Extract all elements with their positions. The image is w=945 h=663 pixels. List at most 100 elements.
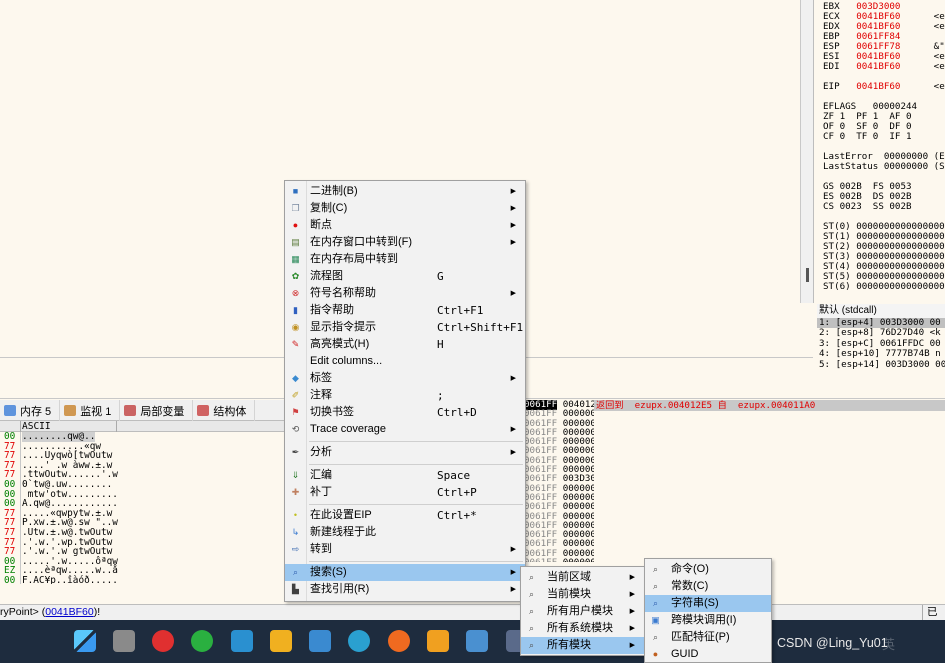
last-status-row[interactable]: LastStatus 00000000 (S xyxy=(823,162,945,172)
bookmark-icon: ⚑ xyxy=(291,407,300,417)
menu-item-label: 搜索(S) xyxy=(310,566,347,578)
monitor-icon[interactable] xyxy=(466,630,488,652)
menu-item-8[interactable]: ▮ 指令帮助 Ctrl+F1 xyxy=(285,302,525,319)
submenu-arrow-icon: ▶ xyxy=(510,426,516,433)
menu-item-23[interactable]: ▙ 查找引用(R) ▶ xyxy=(285,581,525,598)
menu-item-18[interactable]: ✚ 补丁 Ctrl+P xyxy=(285,484,525,501)
menu-item-5[interactable]: ▦ 在内存布局中转到 xyxy=(285,251,525,268)
firefox-icon[interactable] xyxy=(388,630,410,652)
memory-window-icon: ▤ xyxy=(291,237,300,247)
menu-separator xyxy=(309,504,523,505)
segment-row[interactable]: CS 0023 SS 002B xyxy=(823,202,912,212)
register-row[interactable]: EDI 0041BF60 <ez xyxy=(823,62,945,72)
menu-item-2[interactable]: ❐ 复制(C) ▶ xyxy=(285,200,525,217)
tab-3[interactable]: 局部变量 xyxy=(120,400,194,421)
menu-item-label: 新建线程于此 xyxy=(310,526,376,538)
menu-item-20[interactable]: ↳ 新建线程于此 xyxy=(285,524,525,541)
start-icon[interactable] xyxy=(74,630,96,652)
dump-ascii: F.AC¥p..îàóð..... xyxy=(22,574,118,584)
search-target-3[interactable]: ⌕ 字符串(S) xyxy=(645,595,771,612)
register-row[interactable]: EIP 0041BF60 <ez xyxy=(823,82,945,92)
menu-item-label: Edit columns... xyxy=(310,355,383,367)
new-thread-icon: ↳ xyxy=(291,527,300,537)
calling-convention-header[interactable]: 默认 (stdcall) xyxy=(817,304,945,318)
file-explorer-icon[interactable] xyxy=(270,630,292,652)
menu-item-6[interactable]: ✿ 流程图 G xyxy=(285,268,525,285)
menu-item-3[interactable]: ● 断点 ▶ xyxy=(285,217,525,234)
task-view-icon[interactable] xyxy=(113,630,135,652)
submenu-arrow-icon: ▶ xyxy=(510,188,516,195)
register-comment: <ez xyxy=(933,61,945,72)
edge-icon[interactable] xyxy=(348,630,370,652)
menu-item-12[interactable]: ◆ 标签 ▶ xyxy=(285,370,525,387)
submenu-arrow-icon: ▶ xyxy=(510,546,516,553)
menu-item-label: 高亮模式(H) xyxy=(310,338,370,350)
menu-item-13[interactable]: ✐ 注释; xyxy=(285,387,525,404)
status-bar: ryPoint> (0041BF60)! 已 xyxy=(0,604,945,620)
set-eip-icon: • xyxy=(293,510,298,520)
menu-item-10[interactable]: ✎ 高亮模式(H) H xyxy=(285,336,525,353)
search-scope-3[interactable]: ⌕ 所有用户模块 ▶ xyxy=(521,603,644,620)
menu-item-1[interactable]: ■ 二进制(B) ▶ xyxy=(285,183,525,200)
search-target-1[interactable]: ⌕ 命令(O) xyxy=(645,561,771,578)
register-value[interactable]: 0041BF60 xyxy=(856,81,900,92)
menu-item-14[interactable]: ⚑ 切换书签 Ctrl+D xyxy=(285,404,525,421)
menu-separator xyxy=(309,464,523,465)
menu-item-19[interactable]: • 在此设置EIP Ctrl+* xyxy=(285,507,525,524)
label-icon: ◆ xyxy=(292,373,299,383)
search-target-2[interactable]: ⌕ 常数(C) xyxy=(645,578,771,595)
menu-item-4[interactable]: ▤ 在内存窗口中转到(F) ▶ xyxy=(285,234,525,251)
register-value[interactable]: 0041BF60 xyxy=(856,61,900,72)
symbol-help-icon: ⊗ xyxy=(291,288,300,298)
menu-item-11[interactable]: Edit columns... xyxy=(285,353,525,370)
guid-icon: ● xyxy=(652,649,659,659)
goto-icon: ⇨ xyxy=(291,544,300,554)
register-name: EIP xyxy=(823,81,857,92)
patch-icon: ✚ xyxy=(291,487,300,497)
search-target-5[interactable]: ⌕ 匹配特征(P) xyxy=(645,629,771,646)
search-scope-5[interactable]: ⌕ 所有模块 ▶ xyxy=(521,637,644,654)
search-scope-1[interactable]: ⌕ 当前区域 ▶ xyxy=(521,569,644,586)
tab-4[interactable]: 结构体 xyxy=(193,400,256,421)
submenu-arrow-icon: ▶ xyxy=(510,222,516,229)
all-modules-submenu: ⌕ 命令(O) ⌕ 常数(C) ⌕ 字符串(S) ▣ 跨模块调用(I) ⌕ 匹配特征(P) ● GUI… xyxy=(644,558,772,663)
telegram-icon[interactable] xyxy=(231,630,253,652)
menu-item-16[interactable]: ✒ 分析 ▶ xyxy=(285,444,525,461)
submenu-arrow-icon: ▶ xyxy=(510,375,516,382)
call-argument[interactable]: 5: [esp+14] 003D3000 00 xyxy=(817,359,945,370)
store-icon[interactable] xyxy=(309,630,331,652)
menu-item-9[interactable]: ◉ 显示指令提示 Ctrl+Shift+F1 xyxy=(285,319,525,336)
command-icon: ⌕ xyxy=(528,589,535,599)
status-address-link[interactable]: 0041BF60 xyxy=(45,606,93,618)
menu-item-label: 注释 xyxy=(310,389,332,401)
wechat-icon[interactable] xyxy=(191,630,213,652)
menu-item-label: 标签 xyxy=(310,372,332,384)
search-target-4[interactable]: ▣ 跨模块调用(I) xyxy=(645,612,771,629)
flags-row[interactable]: CF 0 TF 0 IF 1 xyxy=(823,132,912,142)
scrollbar-thumb[interactable] xyxy=(806,268,809,282)
tab-1[interactable]: 内存 5 xyxy=(0,400,61,421)
memory-dump[interactable]: 00 ........qw@.. 77 ...........«qw 77 ....Uyq… xyxy=(0,432,290,584)
menu-item-15[interactable]: ⟲ Trace coverage ▶ xyxy=(285,421,525,438)
stack-row[interactable]: 0061FF 000000 xyxy=(524,558,594,562)
menu-item-7[interactable]: ⊗ 符号名称帮助 ▶ xyxy=(285,285,525,302)
search-target-6[interactable]: ● GUID xyxy=(645,646,771,663)
menu-item-21[interactable]: ⇨ 转到 ▶ xyxy=(285,541,525,558)
search-scope-2[interactable]: ⌕ 当前模块 ▶ xyxy=(521,586,644,603)
dump-row[interactable]: 00 F.AC¥p..îàóð..... xyxy=(0,576,290,584)
qq-icon[interactable] xyxy=(152,630,174,652)
menu-item-22[interactable]: ⌕ 搜索(S) ▶ xyxy=(285,564,525,581)
search-scope-4[interactable]: ⌕ 所有系统模块 ▶ xyxy=(521,620,644,637)
menu-item-17[interactable]: ⇓ 汇编 Space xyxy=(285,467,525,484)
menu-item-label: 字符串(S) xyxy=(671,597,719,609)
instruction-help-icon: ▮ xyxy=(293,305,298,315)
stack-view[interactable]: 0061FF 004012 0061FF 000000 0061FF 000000 0… xyxy=(524,400,594,562)
string-icon: ⌕ xyxy=(652,598,659,608)
highlight-icon: ✎ xyxy=(291,339,300,349)
analyze-icon: ✒ xyxy=(291,447,300,457)
vpn-shield-icon[interactable] xyxy=(427,630,449,652)
registers-scrollbar[interactable] xyxy=(800,0,813,303)
dump-header: ASCII xyxy=(0,421,290,432)
fpu-row[interactable]: ST(6) 0000000000000000 xyxy=(823,282,945,292)
tab-2[interactable]: 监视 1 xyxy=(60,400,121,421)
